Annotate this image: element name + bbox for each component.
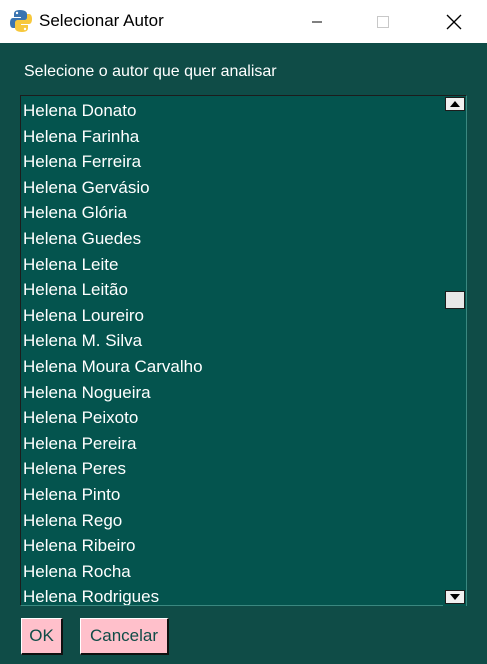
maximize-button[interactable] — [354, 0, 412, 43]
author-list-item[interactable]: Helena Gervásio — [23, 175, 441, 201]
author-list: Helena Donato Helena Farinha Helena Ferrei… — [23, 98, 441, 605]
close-icon — [446, 14, 462, 29]
author-list-item[interactable]: Helena Leite — [23, 252, 441, 278]
arrow-down-icon — [450, 594, 460, 600]
scroll-up-button[interactable] — [445, 97, 465, 111]
list-scrollbar[interactable] — [443, 96, 466, 606]
author-list-item[interactable]: Helena Pinto — [23, 482, 441, 508]
author-list-item[interactable]: Helena Nogueira — [23, 380, 441, 406]
author-list-item[interactable]: Helena Pereira — [23, 431, 441, 457]
instruction-label: Selecione o autor que quer analisar — [24, 63, 277, 80]
author-list-item[interactable]: Helena Rodrigues — [23, 584, 441, 605]
author-list-item[interactable]: Helena Peixoto — [23, 405, 441, 431]
author-list-item[interactable]: Helena Donato — [23, 98, 441, 124]
author-list-item[interactable]: Helena Loureiro — [23, 303, 441, 329]
minimize-button[interactable] — [288, 0, 346, 43]
close-button[interactable] — [425, 0, 483, 43]
python-logo-icon — [10, 10, 32, 32]
author-list-item[interactable]: Helena Glória — [23, 200, 441, 226]
author-list-item[interactable]: Helena Leitão — [23, 277, 441, 303]
author-list-item[interactable]: Helena Moura Carvalho — [23, 354, 441, 380]
scroll-thumb[interactable] — [445, 290, 465, 309]
select-author-dialog: Selecionar Autor Selecione o autor que q… — [0, 0, 487, 664]
author-list-item[interactable]: Helena Peres — [23, 456, 441, 482]
window-title: Selecionar Autor — [39, 11, 164, 30]
maximize-icon — [377, 15, 389, 28]
ok-button[interactable]: OK — [21, 618, 63, 655]
author-listbox[interactable]: Helena Donato Helena Farinha Helena Ferrei… — [20, 95, 467, 606]
author-list-item[interactable]: Helena Rocha — [23, 559, 441, 585]
arrow-up-icon — [450, 101, 460, 107]
author-list-item[interactable]: Helena Guedes — [23, 226, 441, 252]
author-list-item[interactable]: Helena Rego — [23, 508, 441, 534]
minimize-icon — [312, 21, 322, 22]
title-bar[interactable]: Selecionar Autor — [0, 0, 487, 43]
author-list-item[interactable]: Helena Farinha — [23, 124, 441, 150]
author-list-item[interactable]: Helena Ferreira — [23, 149, 441, 175]
scroll-down-button[interactable] — [445, 590, 465, 604]
cancel-button[interactable]: Cancelar — [80, 618, 169, 655]
author-list-item[interactable]: Helena M. Silva — [23, 328, 441, 354]
author-list-item[interactable]: Helena Ribeiro — [23, 533, 441, 559]
